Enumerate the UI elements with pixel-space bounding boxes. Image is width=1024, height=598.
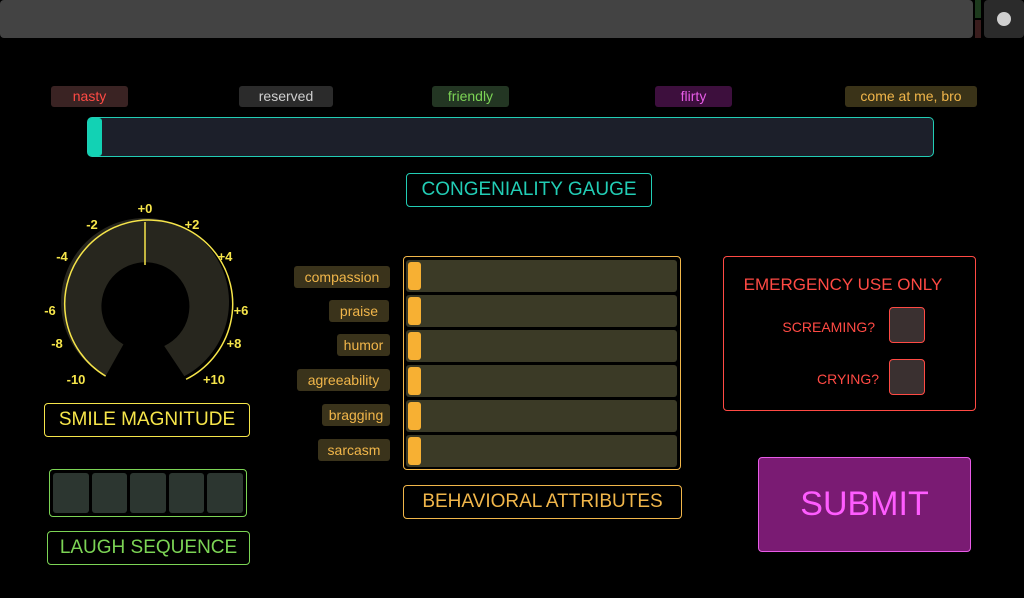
slider-handle[interactable]: [408, 332, 421, 360]
mood-tag-flirty[interactable]: flirty: [655, 86, 732, 107]
laugh-sequence-pads: [49, 469, 247, 517]
attribute-label: compassion: [294, 266, 390, 288]
screaming-label: SCREAMING?: [782, 319, 875, 335]
mood-tag-friendly[interactable]: friendly: [432, 86, 509, 107]
laugh-sequence-label: LAUGH SEQUENCE: [47, 531, 250, 565]
mood-tag-nasty[interactable]: nasty: [51, 86, 128, 107]
congeniality-slider-handle[interactable]: [88, 118, 102, 156]
attribute-label: praise: [329, 300, 389, 322]
attribute-label: bragging: [322, 404, 390, 426]
laugh-pad[interactable]: [207, 473, 243, 513]
dial-tick-label: +10: [203, 372, 225, 387]
attribute-slider-bragging[interactable]: [406, 400, 677, 432]
crying-toggle[interactable]: [889, 359, 925, 395]
slider-handle[interactable]: [408, 402, 421, 430]
attribute-label: sarcasm: [318, 439, 390, 461]
congeniality-gauge-label: CONGENIALITY GAUGE: [406, 173, 652, 207]
dial-tick-label: +8: [227, 336, 242, 351]
laugh-pad[interactable]: [168, 473, 205, 513]
dial-tick-label: +6: [234, 303, 249, 318]
attribute-slider-praise[interactable]: [406, 295, 677, 327]
mood-tag-bro[interactable]: come at me, bro: [845, 86, 977, 107]
record-dot-icon[interactable]: [997, 12, 1011, 26]
attribute-label: agreeability: [297, 369, 390, 391]
crying-label: CRYING?: [817, 371, 879, 387]
slider-handle[interactable]: [408, 297, 421, 325]
slider-handle[interactable]: [408, 262, 421, 290]
submit-button[interactable]: SUBMIT: [758, 457, 971, 552]
mood-tag-reserved[interactable]: reserved: [239, 86, 333, 107]
top-bar: [0, 0, 973, 38]
smile-magnitude-dial[interactable]: -10 -8 -6 -4 -2 +0 +2 +4 +6 +8 +10: [30, 198, 260, 398]
top-bar-indicator: [975, 0, 981, 18]
dial-tick-label: -4: [56, 249, 68, 264]
screaming-toggle[interactable]: [889, 307, 925, 343]
attribute-slider-compassion[interactable]: [406, 260, 677, 292]
congeniality-slider-track[interactable]: [87, 117, 934, 157]
slider-handle[interactable]: [408, 367, 421, 395]
top-bar-indicator: [975, 20, 981, 38]
slider-handle[interactable]: [408, 437, 421, 465]
dial-tick-label: -8: [51, 336, 63, 351]
dial-tick-label: -10: [67, 372, 86, 387]
laugh-pad[interactable]: [91, 473, 128, 513]
attribute-slider-sarcasm[interactable]: [406, 435, 677, 467]
attribute-label: humor: [337, 334, 390, 356]
dial-tick-label: +4: [218, 249, 234, 264]
attribute-slider-agreeability[interactable]: [406, 365, 677, 397]
emergency-title: EMERGENCY USE ONLY: [743, 275, 943, 294]
smile-magnitude-label: SMILE MAGNITUDE: [44, 403, 250, 437]
dial-tick-label: -6: [44, 303, 56, 318]
attribute-slider-humor[interactable]: [406, 330, 677, 362]
dial-tick-label: +0: [138, 201, 153, 216]
dial-tick-label: +2: [185, 217, 200, 232]
behavioral-attributes-title: BEHAVIORAL ATTRIBUTES: [403, 485, 682, 519]
dial-tick-label: -2: [86, 217, 98, 232]
laugh-pad[interactable]: [130, 473, 166, 513]
laugh-pad[interactable]: [53, 473, 89, 513]
